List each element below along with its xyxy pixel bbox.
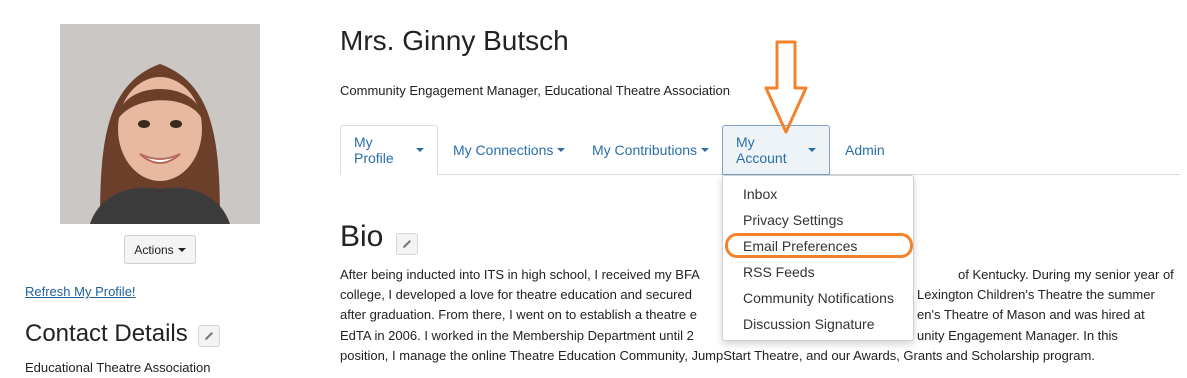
menu-item-discussion-signature[interactable]: Discussion Signature <box>743 316 875 332</box>
actions-button[interactable]: Actions <box>124 235 196 264</box>
caret-down-icon <box>808 148 816 152</box>
bio-heading: Bio <box>340 220 384 253</box>
bio-text-line: college, I developed a love for theatre … <box>340 287 692 302</box>
organization-name: Educational Theatre Association <box>25 360 211 375</box>
bio-text-line: position, I manage the online Theatre Ed… <box>340 348 1095 363</box>
tab-label: My Contributions <box>592 142 698 158</box>
caret-down-icon <box>557 148 566 152</box>
tab-my-profile[interactable]: My Profile <box>340 125 438 175</box>
profile-photo <box>60 24 260 224</box>
page-title: Mrs. Ginny Butsch <box>340 25 569 56</box>
bio-text-line: after graduation. From there, I went on … <box>340 307 697 322</box>
bio-text-line: unity Engagement Manager. In this <box>917 328 1118 343</box>
menu-item-community-notifications[interactable]: Community Notifications <box>743 290 894 306</box>
edit-bio-button[interactable] <box>396 233 418 255</box>
menu-item-rss-feeds[interactable]: RSS Feeds <box>743 264 815 280</box>
tab-label: My Connections <box>453 142 554 158</box>
bio-text-line: Lexington Children's Theatre the summer <box>917 287 1155 302</box>
bio-text-line: After being inducted into ITS in high sc… <box>340 267 700 282</box>
caret-down-icon <box>177 247 186 252</box>
tab-label: My Profile <box>354 134 394 166</box>
edit-contact-button[interactable] <box>198 325 220 347</box>
tab-label: Admin <box>845 142 885 158</box>
tab-my-connections[interactable]: My Connections <box>440 125 578 175</box>
tab-label: My Account <box>736 134 787 166</box>
tab-admin[interactable]: Admin <box>832 125 898 175</box>
bio-text-line: of Kentucky. During my senior year of <box>958 267 1174 282</box>
caret-down-icon <box>701 148 710 152</box>
bio-text-line: en's Theatre of Mason and was hired at <box>917 307 1145 322</box>
account-dropdown-menu: Inbox Privacy Settings Email Preferences… <box>722 175 914 341</box>
job-title: Community Engagement Manager, Educationa… <box>340 83 730 98</box>
menu-item-privacy-settings[interactable]: Privacy Settings <box>743 212 843 228</box>
email-preferences-highlight <box>725 233 913 258</box>
menu-item-inbox[interactable]: Inbox <box>743 186 777 202</box>
actions-label: Actions <box>134 242 174 257</box>
down-arrow-annotation <box>764 40 808 134</box>
pencil-icon <box>403 240 411 248</box>
contact-details-heading: Contact Details <box>25 320 188 347</box>
refresh-profile-link[interactable]: Refresh My Profile! <box>25 284 136 299</box>
bio-text-line: EdTA in 2006. I worked in the Membership… <box>340 328 694 343</box>
caret-down-icon <box>416 148 424 152</box>
tab-my-contributions[interactable]: My Contributions <box>579 125 722 175</box>
pencil-icon <box>205 332 213 340</box>
